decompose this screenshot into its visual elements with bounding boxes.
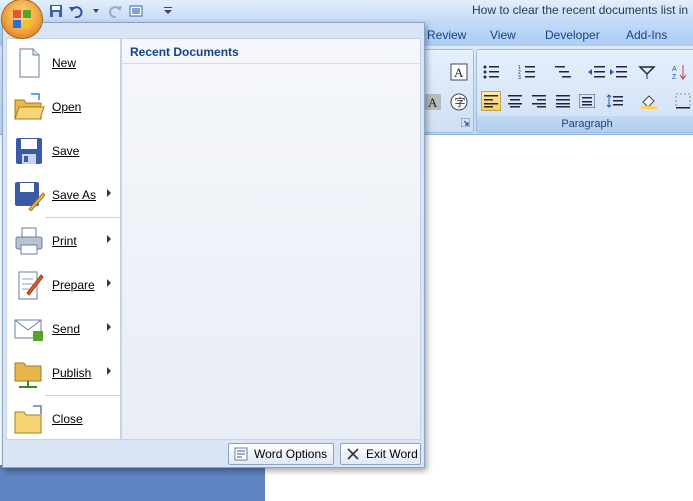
submenu-arrow-icon (107, 279, 111, 287)
tab-view[interactable]: View (490, 28, 516, 42)
save-icon (13, 135, 45, 167)
dialog-launcher-icon[interactable] (460, 116, 471, 130)
paragraph-group-label: Paragraph (477, 116, 693, 132)
bullets-icon[interactable] (481, 62, 501, 82)
menu-item-label: Send (52, 322, 81, 336)
options-icon (233, 446, 249, 462)
svg-text:A: A (672, 66, 677, 73)
office-menu-footer: Word Options Exit Word (3, 441, 424, 467)
align-center-icon[interactable] (505, 91, 525, 111)
enclose-characters-icon[interactable]: 字 (449, 92, 469, 112)
send-icon (13, 313, 45, 345)
quick-access-toolbar (48, 2, 176, 20)
exit-word-label: Exit Word (366, 447, 418, 461)
close-icon (345, 446, 361, 462)
close-folder-icon (13, 403, 45, 435)
tab-add-ins[interactable]: Add-Ins (626, 28, 667, 42)
svg-text:A: A (428, 95, 438, 110)
menu-item-close[interactable]: Close (7, 399, 120, 439)
menu-item-new[interactable]: New (7, 43, 120, 83)
show-hide-icon[interactable]: AZ (669, 62, 689, 82)
title-bar: How to clear the recent documents list i… (0, 0, 693, 22)
menu-item-print[interactable]: Print (7, 221, 120, 261)
exit-word-button[interactable]: Exit Word (340, 443, 421, 465)
borders-icon[interactable] (673, 91, 693, 111)
line-spacing-icon[interactable] (605, 91, 625, 111)
tab-developer[interactable]: Developer (545, 28, 600, 42)
menu-item-open[interactable]: Open (7, 87, 120, 127)
recent-documents-divider (122, 63, 420, 64)
tab-review[interactable]: Review (427, 28, 466, 42)
svg-text:Z: Z (672, 74, 677, 80)
printer-icon (13, 225, 45, 257)
word-options-button[interactable]: Word Options (228, 443, 334, 465)
align-left-icon[interactable] (481, 91, 501, 111)
menu-item-label: Save As (52, 188, 97, 202)
new-document-icon (13, 47, 45, 79)
menu-item-prepare[interactable]: Prepare (7, 265, 120, 305)
office-menu: New Open Save Save As Print Prepare Send… (2, 22, 425, 468)
menu-item-publish[interactable]: Publish (7, 353, 120, 393)
decrease-indent-icon[interactable] (587, 62, 607, 82)
submenu-arrow-icon (107, 235, 111, 243)
recent-documents-title: Recent Documents (130, 45, 239, 59)
submenu-arrow-icon (107, 189, 111, 197)
prepare-icon (13, 269, 45, 301)
paragraph-group: 123 AZ Paragraph (476, 49, 693, 133)
window-title: How to clear the recent documents list i… (472, 3, 689, 17)
sort-icon[interactable] (637, 62, 657, 82)
open-folder-icon (13, 91, 45, 123)
character-shading-icon[interactable]: A (423, 92, 443, 112)
menu-item-label: Save (52, 144, 80, 158)
shading-icon[interactable] (639, 91, 659, 111)
multilevel-list-icon[interactable] (553, 62, 573, 82)
save-icon[interactable] (48, 3, 64, 19)
menu-item-label: Prepare (52, 278, 95, 292)
character-border-icon[interactable]: A (449, 62, 469, 82)
menu-item-label: Close (52, 412, 83, 426)
office-logo-icon (13, 10, 31, 28)
increase-indent-icon[interactable] (609, 62, 629, 82)
svg-text:A: A (454, 65, 464, 80)
menu-item-label: Print (52, 234, 77, 248)
customize-toolbar-icon[interactable] (160, 3, 176, 19)
menu-item-save-as[interactable]: Save As (7, 175, 120, 215)
chevron-down-icon[interactable] (88, 3, 104, 19)
justify-icon[interactable] (553, 91, 573, 111)
task-pane-background (0, 465, 265, 501)
recent-documents-panel: Recent Documents (121, 38, 421, 440)
office-button[interactable] (2, 0, 42, 38)
align-right-icon[interactable] (529, 91, 549, 111)
numbering-icon[interactable]: 123 (517, 62, 537, 82)
menu-separator (45, 217, 120, 218)
svg-text:3: 3 (518, 75, 521, 80)
menu-item-label: Open (52, 100, 82, 114)
office-menu-commands: New Open Save Save As Print Prepare Send… (6, 38, 121, 440)
submenu-arrow-icon (107, 367, 111, 375)
redo-icon[interactable] (108, 3, 124, 19)
svg-text:字: 字 (455, 95, 466, 109)
menu-item-label: Publish (52, 366, 92, 380)
save-as-icon (13, 179, 46, 212)
menu-item-save[interactable]: Save (7, 131, 120, 171)
menu-item-label: New (52, 56, 77, 70)
submenu-arrow-icon (107, 323, 111, 331)
publish-icon (13, 357, 45, 389)
distributed-icon[interactable] (577, 91, 597, 111)
print-preview-icon[interactable] (128, 3, 144, 19)
word-options-label: Word Options (254, 447, 328, 461)
menu-item-send[interactable]: Send (7, 309, 120, 349)
menu-separator (45, 395, 120, 396)
undo-icon[interactable] (68, 3, 84, 19)
